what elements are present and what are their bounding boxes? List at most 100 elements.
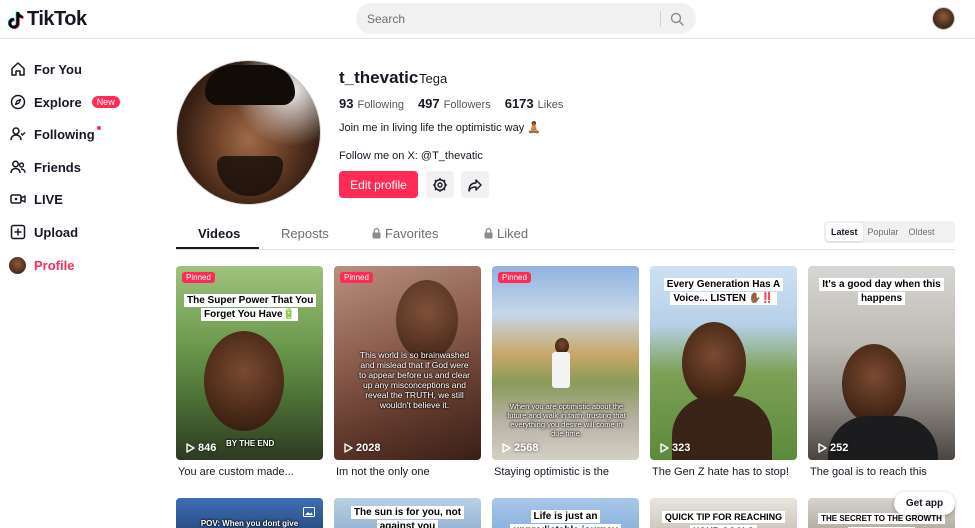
live-icon <box>9 191 26 208</box>
upload-icon <box>9 224 26 241</box>
tab-label: Favorites <box>385 226 439 241</box>
view-count: 2568 <box>502 442 538 454</box>
edit-profile-button[interactable]: Edit profile <box>339 171 418 198</box>
compass-icon <box>9 94 26 111</box>
video-card[interactable]: Pinned When you are optimistic about the… <box>492 266 639 460</box>
video-overlay-text: When you are optimistic about the future… <box>507 402 626 438</box>
video-card[interactable]: Pinned The Super Power That You Forget Y… <box>176 266 323 460</box>
view-count: 846 <box>186 442 216 454</box>
profile-bio: Join me in living life the optimistic wa… <box>339 122 541 134</box>
video-overlay-text: The sun is for you, not against you <box>342 506 473 528</box>
tab-label: Reposts <box>281 226 329 241</box>
sort-oldest[interactable]: Oldest <box>904 223 940 241</box>
home-icon <box>9 61 26 78</box>
following-stat[interactable]: 93 Following <box>339 96 404 111</box>
video-overlay-text: Life is just an unpredictable journey <box>500 510 631 528</box>
view-count: 2028 <box>344 442 380 454</box>
search-icon <box>670 12 684 26</box>
sidebar-item-label: For You <box>34 61 82 77</box>
search-input[interactable] <box>356 11 656 26</box>
sidebar-item-label: Upload <box>34 224 79 240</box>
new-badge: New <box>91 96 120 108</box>
followers-stat[interactable]: 497 Followers <box>418 96 491 111</box>
tiktok-logo[interactable]: TikTok <box>8 8 87 31</box>
lock-icon <box>372 228 381 239</box>
top-bar: TikTok <box>0 0 975 39</box>
logo-text: TikTok <box>27 8 87 30</box>
tiktok-icon <box>8 10 24 29</box>
tab-videos[interactable]: Videos <box>198 226 240 241</box>
share-button[interactable] <box>461 171 489 198</box>
gear-icon <box>433 177 447 192</box>
video-card[interactable]: It's a good day when this happens 252 <box>808 266 955 460</box>
search-button[interactable] <box>667 9 687 29</box>
profile-stats: 93 Following 497 Followers 6173 Likes <box>339 96 563 111</box>
tab-liked[interactable]: Liked <box>484 226 528 241</box>
pinned-badge: Pinned <box>182 272 215 283</box>
sidebar-item-explore[interactable]: Explore New <box>9 90 120 114</box>
sort-popular[interactable]: Popular <box>863 223 904 241</box>
video-card[interactable]: Life is just an unpredictable journey <box>492 498 639 528</box>
active-tab-indicator <box>176 247 259 249</box>
sidebar-item-label: Profile <box>34 257 75 273</box>
tab-label: Liked <box>497 226 529 241</box>
settings-button[interactable] <box>426 171 454 198</box>
video-card[interactable]: The sun is for you, not against you <box>334 498 481 528</box>
lock-icon <box>484 228 493 239</box>
likes-count: 6173 <box>504 96 534 111</box>
followers-label: Followers <box>443 99 491 111</box>
sidebar-item-friends[interactable]: Friends <box>9 155 81 179</box>
sidebar-item-for-you[interactable]: For You <box>9 57 82 81</box>
image-icon <box>303 507 315 517</box>
tab-reposts[interactable]: Reposts <box>281 226 329 241</box>
pinned-badge: Pinned <box>340 272 373 283</box>
play-icon <box>660 443 669 453</box>
video-overlay-text: This world is so brainwashed and mislead… <box>358 350 471 410</box>
sidebar-item-label: LIVE <box>34 191 63 207</box>
search-divider <box>660 11 661 27</box>
video-overlay-text: The Super Power That You Forget You Have… <box>184 294 317 322</box>
video-card[interactable]: Pinned This world is so brainwashed and … <box>334 266 481 460</box>
video-caption[interactable]: The goal is to reach this <box>810 466 957 478</box>
video-overlay-text: It's a good day when this happens <box>816 278 947 306</box>
video-caption[interactable]: Staying optimistic is the <box>494 466 641 478</box>
sort-latest[interactable]: Latest <box>826 223 863 241</box>
video-caption[interactable]: You are custom made... <box>178 466 325 478</box>
video-caption[interactable]: Im not the only one <box>336 466 483 478</box>
pinned-badge: Pinned <box>498 272 531 283</box>
video-card[interactable]: POV: When you dont give <box>176 498 323 528</box>
profile-username: t_thevatic <box>339 68 419 87</box>
sidebar-item-live[interactable]: LIVE <box>9 187 63 211</box>
view-count: 252 <box>818 442 848 454</box>
sidebar-item-following[interactable]: Following <box>9 122 107 146</box>
video-subtext: BY THE END <box>226 439 275 448</box>
search-bar <box>356 3 696 34</box>
notification-dot <box>96 126 101 130</box>
play-icon <box>502 443 511 453</box>
followers-count: 497 <box>417 96 440 111</box>
get-app-button[interactable]: Get app <box>894 492 955 515</box>
user-avatar[interactable] <box>932 7 955 30</box>
tab-label: Videos <box>198 226 241 241</box>
sidebar-item-upload[interactable]: Upload <box>9 220 78 244</box>
sidebar-item-label: Friends <box>34 159 81 175</box>
play-icon <box>344 443 353 453</box>
following-icon <box>9 126 26 143</box>
following-label: Following <box>357 99 404 111</box>
likes-stat: 6173 Likes <box>505 96 564 111</box>
following-count: 93 <box>339 96 354 111</box>
video-card[interactable]: QUICK TIP FOR REACHING YOUR GOALS <box>650 498 797 528</box>
sidebar-item-profile[interactable]: Profile <box>9 253 74 277</box>
sort-toggle: Latest Popular Oldest <box>824 221 955 243</box>
view-count: 323 <box>660 442 690 454</box>
video-caption[interactable]: The Gen Z hate has to stop! <box>652 466 799 478</box>
sidebar-item-label: Explore <box>34 94 82 110</box>
friends-icon <box>9 159 26 176</box>
share-icon <box>468 178 482 192</box>
tab-favorites[interactable]: Favorites <box>372 226 438 241</box>
likes-label: Likes <box>537 99 564 111</box>
sidebar-item-label: Following <box>34 126 95 142</box>
play-icon <box>186 443 195 453</box>
profile-bio-link: Follow me on X: @T_thevatic <box>339 150 483 162</box>
video-card[interactable]: Every Generation Has A Voice... LISTEN ✋… <box>650 266 797 460</box>
